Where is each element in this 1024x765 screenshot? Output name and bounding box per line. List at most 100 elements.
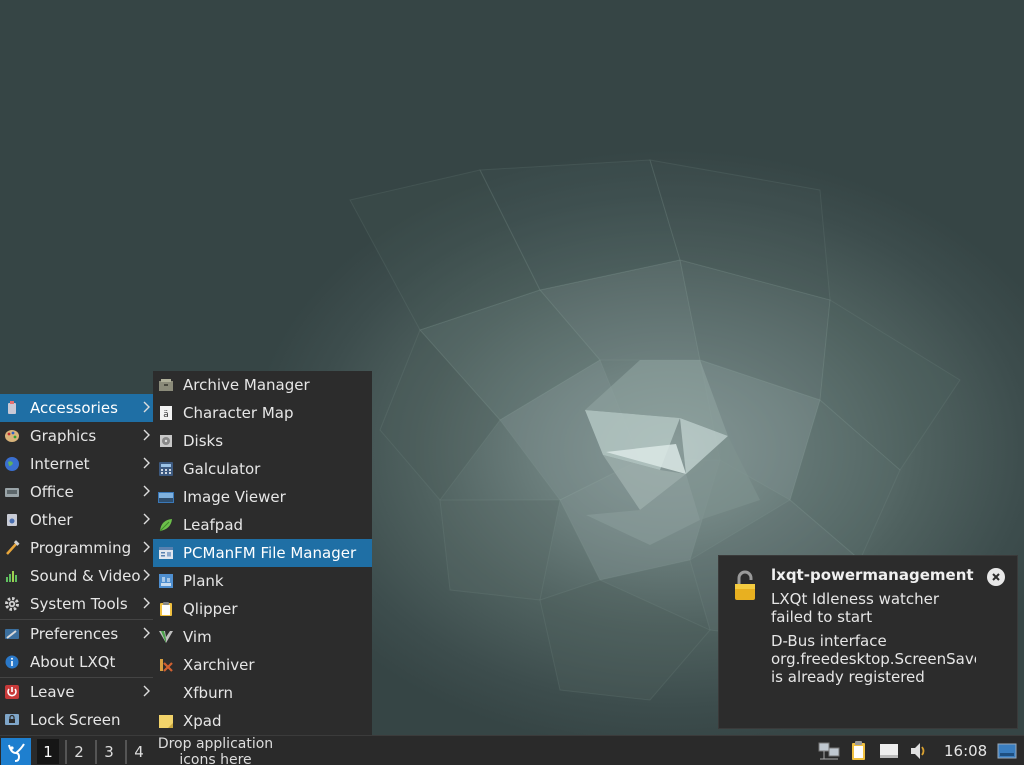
submenu-item-pcmanfm[interactable]: PCManFM File Manager	[153, 539, 372, 567]
menu-item-programming[interactable]: Programming	[0, 534, 153, 562]
notification-detail: D-Bus interface org.freedesktop.ScreenSa…	[771, 632, 976, 686]
calculator-icon	[159, 462, 173, 476]
submenu-item-character-map[interactable]: ä Character Map	[153, 399, 372, 427]
chevron-right-icon	[143, 685, 150, 697]
show-desktop-icon[interactable]	[996, 741, 1018, 761]
submenu-item-label: PCManFM File Manager	[183, 544, 357, 562]
submenu-item-image-viewer[interactable]: Image Viewer	[153, 483, 372, 511]
clipboard-icon	[160, 602, 172, 616]
menu-item-internet[interactable]: Internet	[0, 450, 153, 478]
submenu-item-galculator[interactable]: Galculator	[153, 455, 372, 483]
main-menu-button[interactable]	[1, 738, 31, 765]
vim-icon	[159, 631, 173, 643]
leafpad-icon	[159, 519, 172, 532]
internet-icon	[5, 457, 19, 471]
menu-item-accessories[interactable]: Accessories	[0, 394, 153, 422]
menu-item-preferences[interactable]: Preferences	[0, 620, 153, 648]
chevron-right-icon	[143, 513, 150, 525]
menu-item-sound-video[interactable]: Sound & Video	[0, 562, 153, 590]
menu-item-graphics[interactable]: Graphics	[0, 422, 153, 450]
submenu-item-label: Image Viewer	[183, 488, 286, 506]
workspace-4[interactable]: 4	[128, 739, 150, 764]
menu-item-label: Leave	[30, 683, 75, 701]
menu-item-other[interactable]: Other	[0, 506, 153, 534]
menu-item-label: Other	[30, 511, 73, 529]
submenu-item-label: Vim	[183, 628, 212, 646]
disks-icon	[160, 435, 172, 447]
submenu-item-archive-manager[interactable]: Archive Manager	[153, 371, 372, 399]
lxqt-logo-icon	[8, 742, 25, 762]
notification-popup[interactable]: lxqt-powermanagement LXQt Idleness watch…	[718, 555, 1018, 729]
menu-item-label: System Tools	[30, 595, 128, 613]
submenu-item-vim[interactable]: Vim	[153, 623, 372, 651]
menu-item-leave[interactable]: Leave	[0, 678, 153, 706]
chevron-right-icon	[143, 457, 150, 469]
file-manager-icon	[159, 547, 173, 559]
archive-manager-icon	[159, 379, 173, 391]
workspace-divider	[95, 740, 97, 764]
menu-item-office[interactable]: Office	[0, 478, 153, 506]
notification-title: lxqt-powermanagement	[771, 566, 974, 584]
notification-body: LXQt Idleness watcher failed to start D-…	[771, 590, 976, 692]
menu-item-system-tools[interactable]: System Tools	[0, 590, 153, 618]
image-viewer-icon	[158, 492, 174, 503]
menu-item-lock-screen[interactable]: Lock Screen	[0, 706, 153, 734]
submenu-item-qlipper[interactable]: Qlipper	[153, 595, 372, 623]
submenu-item-label: Archive Manager	[183, 376, 310, 394]
menu-item-label: Internet	[30, 455, 90, 473]
chevron-right-icon	[143, 627, 150, 639]
programming-icon	[6, 540, 20, 555]
submenu-item-label: Leafpad	[183, 516, 244, 534]
notification-message: LXQt Idleness watcher failed to start	[771, 590, 940, 626]
clipboard-tray-icon[interactable]	[848, 741, 870, 761]
other-icon	[7, 514, 17, 526]
submenu-item-label: Xfburn	[183, 684, 233, 702]
unlocked-padlock-icon	[735, 570, 755, 600]
chevron-right-icon	[143, 429, 150, 441]
quicklaunch-drop-area[interactable]: Drop application icons here	[153, 736, 278, 765]
submenu-item-xarchiver[interactable]: Xarchiver	[153, 651, 372, 679]
menu-item-label: Programming	[30, 539, 132, 557]
submenu-item-label: Character Map	[183, 404, 294, 422]
character-map-icon: ä	[160, 406, 172, 420]
chevron-right-icon	[143, 597, 150, 609]
menu-item-label: Accessories	[30, 399, 118, 417]
blank-icon	[158, 685, 174, 701]
submenu-item-disks[interactable]: Disks	[153, 427, 372, 455]
menu-item-label: Sound & Video	[30, 567, 141, 585]
sound-video-icon	[6, 571, 17, 582]
graphics-icon	[5, 430, 19, 442]
chevron-right-icon	[143, 569, 150, 581]
submenu-item-label: Plank	[183, 572, 224, 590]
lock-screen-icon	[5, 714, 19, 725]
accessories-submenu: Archive Manager ä Character Map Disks Ga…	[153, 371, 372, 735]
submenu-item-xfburn[interactable]: Xfburn	[153, 679, 372, 707]
chevron-right-icon	[143, 485, 150, 497]
plank-icon	[159, 574, 173, 588]
volume-icon[interactable]	[908, 741, 930, 761]
close-icon[interactable]	[987, 568, 1005, 586]
submenu-item-xpad[interactable]: Xpad	[153, 707, 372, 735]
removable-media-icon[interactable]	[878, 741, 900, 761]
workspace-3[interactable]: 3	[98, 739, 120, 764]
network-icon[interactable]	[818, 741, 840, 761]
menu-item-about[interactable]: About LXQt	[0, 648, 153, 676]
office-icon	[5, 488, 19, 497]
chevron-right-icon	[143, 401, 150, 413]
chevron-right-icon	[143, 541, 150, 553]
clock[interactable]: 16:08	[944, 742, 987, 760]
taskbar: 1 2 3 4 Drop application icons here 16:0…	[0, 735, 1024, 765]
menu-item-label: Lock Screen	[30, 711, 121, 729]
submenu-item-label: Xarchiver	[183, 656, 255, 674]
menu-item-label: Preferences	[30, 625, 119, 643]
menu-item-label: Office	[30, 483, 74, 501]
submenu-item-leafpad[interactable]: Leafpad	[153, 511, 372, 539]
submenu-item-plank[interactable]: Plank	[153, 567, 372, 595]
submenu-item-label: Qlipper	[183, 600, 238, 618]
workspace-2[interactable]: 2	[68, 739, 90, 764]
workspace-1[interactable]: 1	[37, 739, 59, 764]
svg-text:ä: ä	[163, 410, 169, 420]
xpad-icon	[159, 715, 173, 728]
submenu-item-label: Disks	[183, 432, 224, 450]
menu-item-label: About LXQt	[30, 653, 116, 671]
